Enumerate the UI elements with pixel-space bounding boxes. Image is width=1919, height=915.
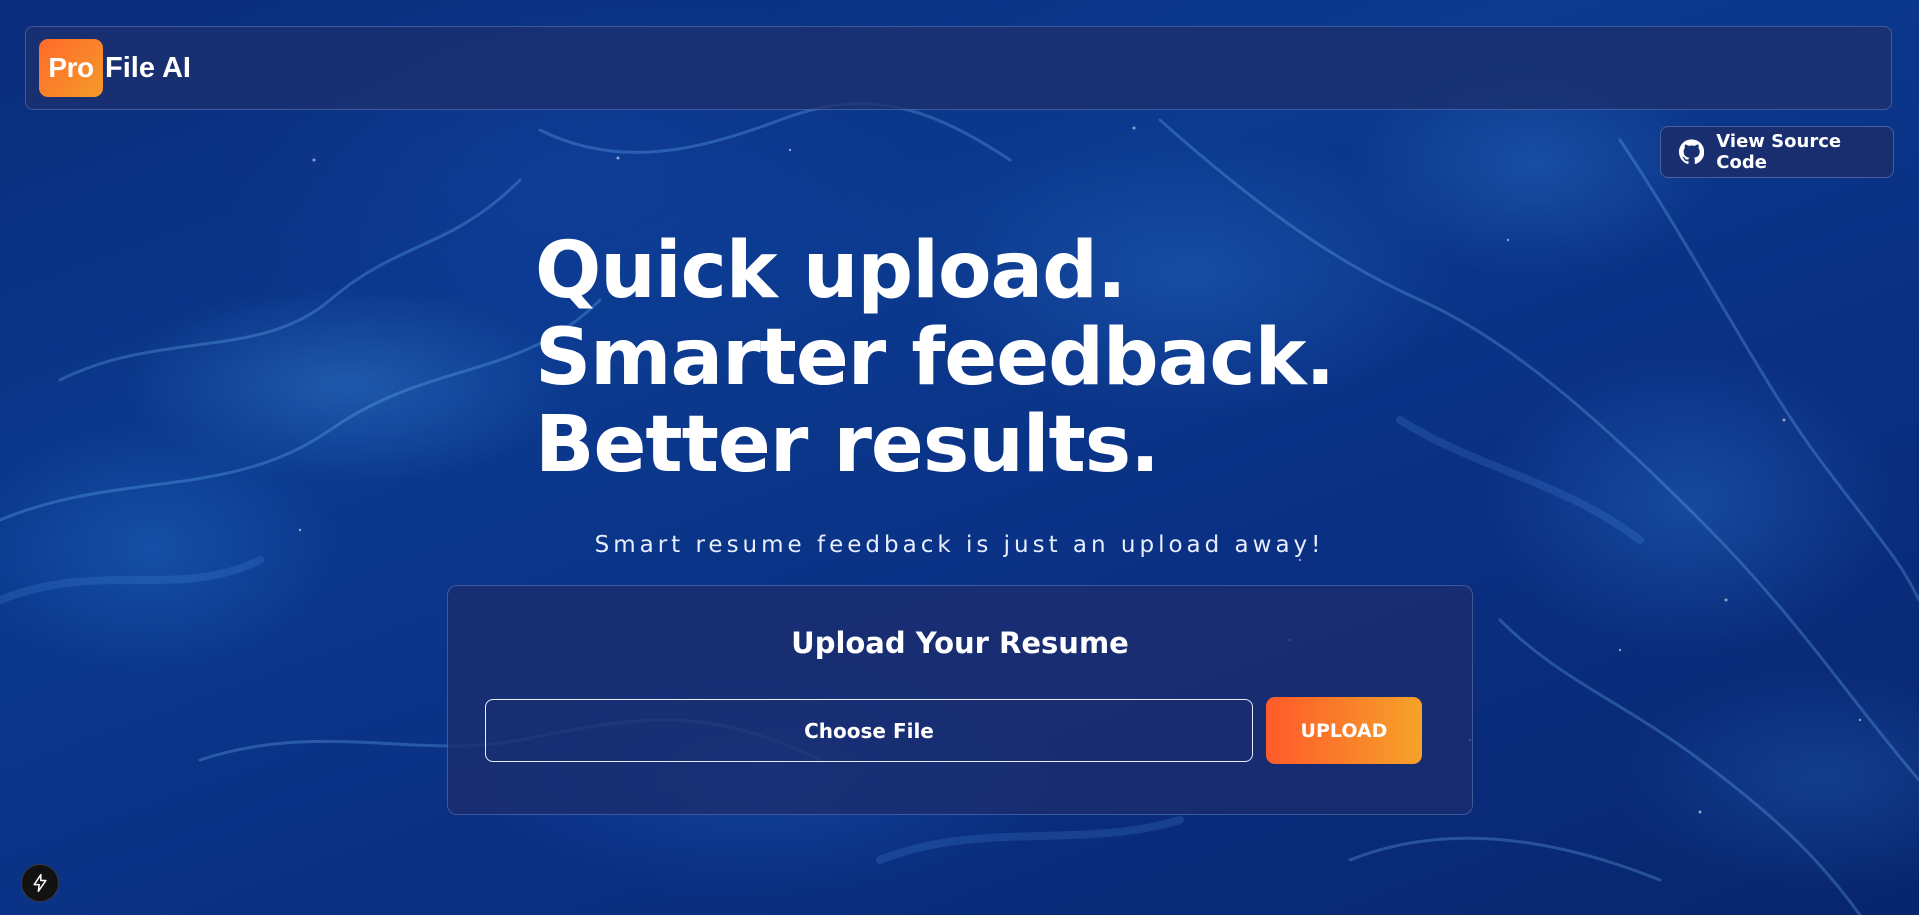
upload-card: Upload Your Resume Choose File UPLOAD: [447, 585, 1473, 815]
hero-line-3: Better results.: [535, 400, 1160, 490]
upload-card-title: Upload Your Resume: [791, 626, 1129, 660]
upload-button[interactable]: UPLOAD: [1266, 697, 1422, 764]
logo-badge-text: Pro: [48, 52, 94, 83]
logo-text[interactable]: File AI: [105, 52, 191, 85]
view-source-code-button[interactable]: View Source Code: [1660, 126, 1894, 178]
github-icon: [1679, 139, 1705, 165]
choose-file-label: Choose File: [804, 718, 934, 743]
hero-line-1: Quick upload.: [535, 226, 1127, 316]
view-source-code-label: View Source Code: [1716, 131, 1842, 173]
tagline: Smart resume feedback is just an upload …: [594, 532, 1325, 558]
choose-file-input[interactable]: Choose File: [485, 699, 1253, 762]
hero-headline: Quick upload. Smarter feedback. Better r…: [535, 226, 1335, 490]
lightning-bolt-icon: [33, 873, 47, 893]
logo-badge[interactable]: Pro: [39, 39, 103, 97]
dev-tools-button[interactable]: [21, 864, 59, 902]
upload-button-label: UPLOAD: [1300, 719, 1388, 742]
hero-line-2: Smarter feedback.: [535, 313, 1335, 403]
top-navbar: Pro File AI: [25, 26, 1892, 110]
